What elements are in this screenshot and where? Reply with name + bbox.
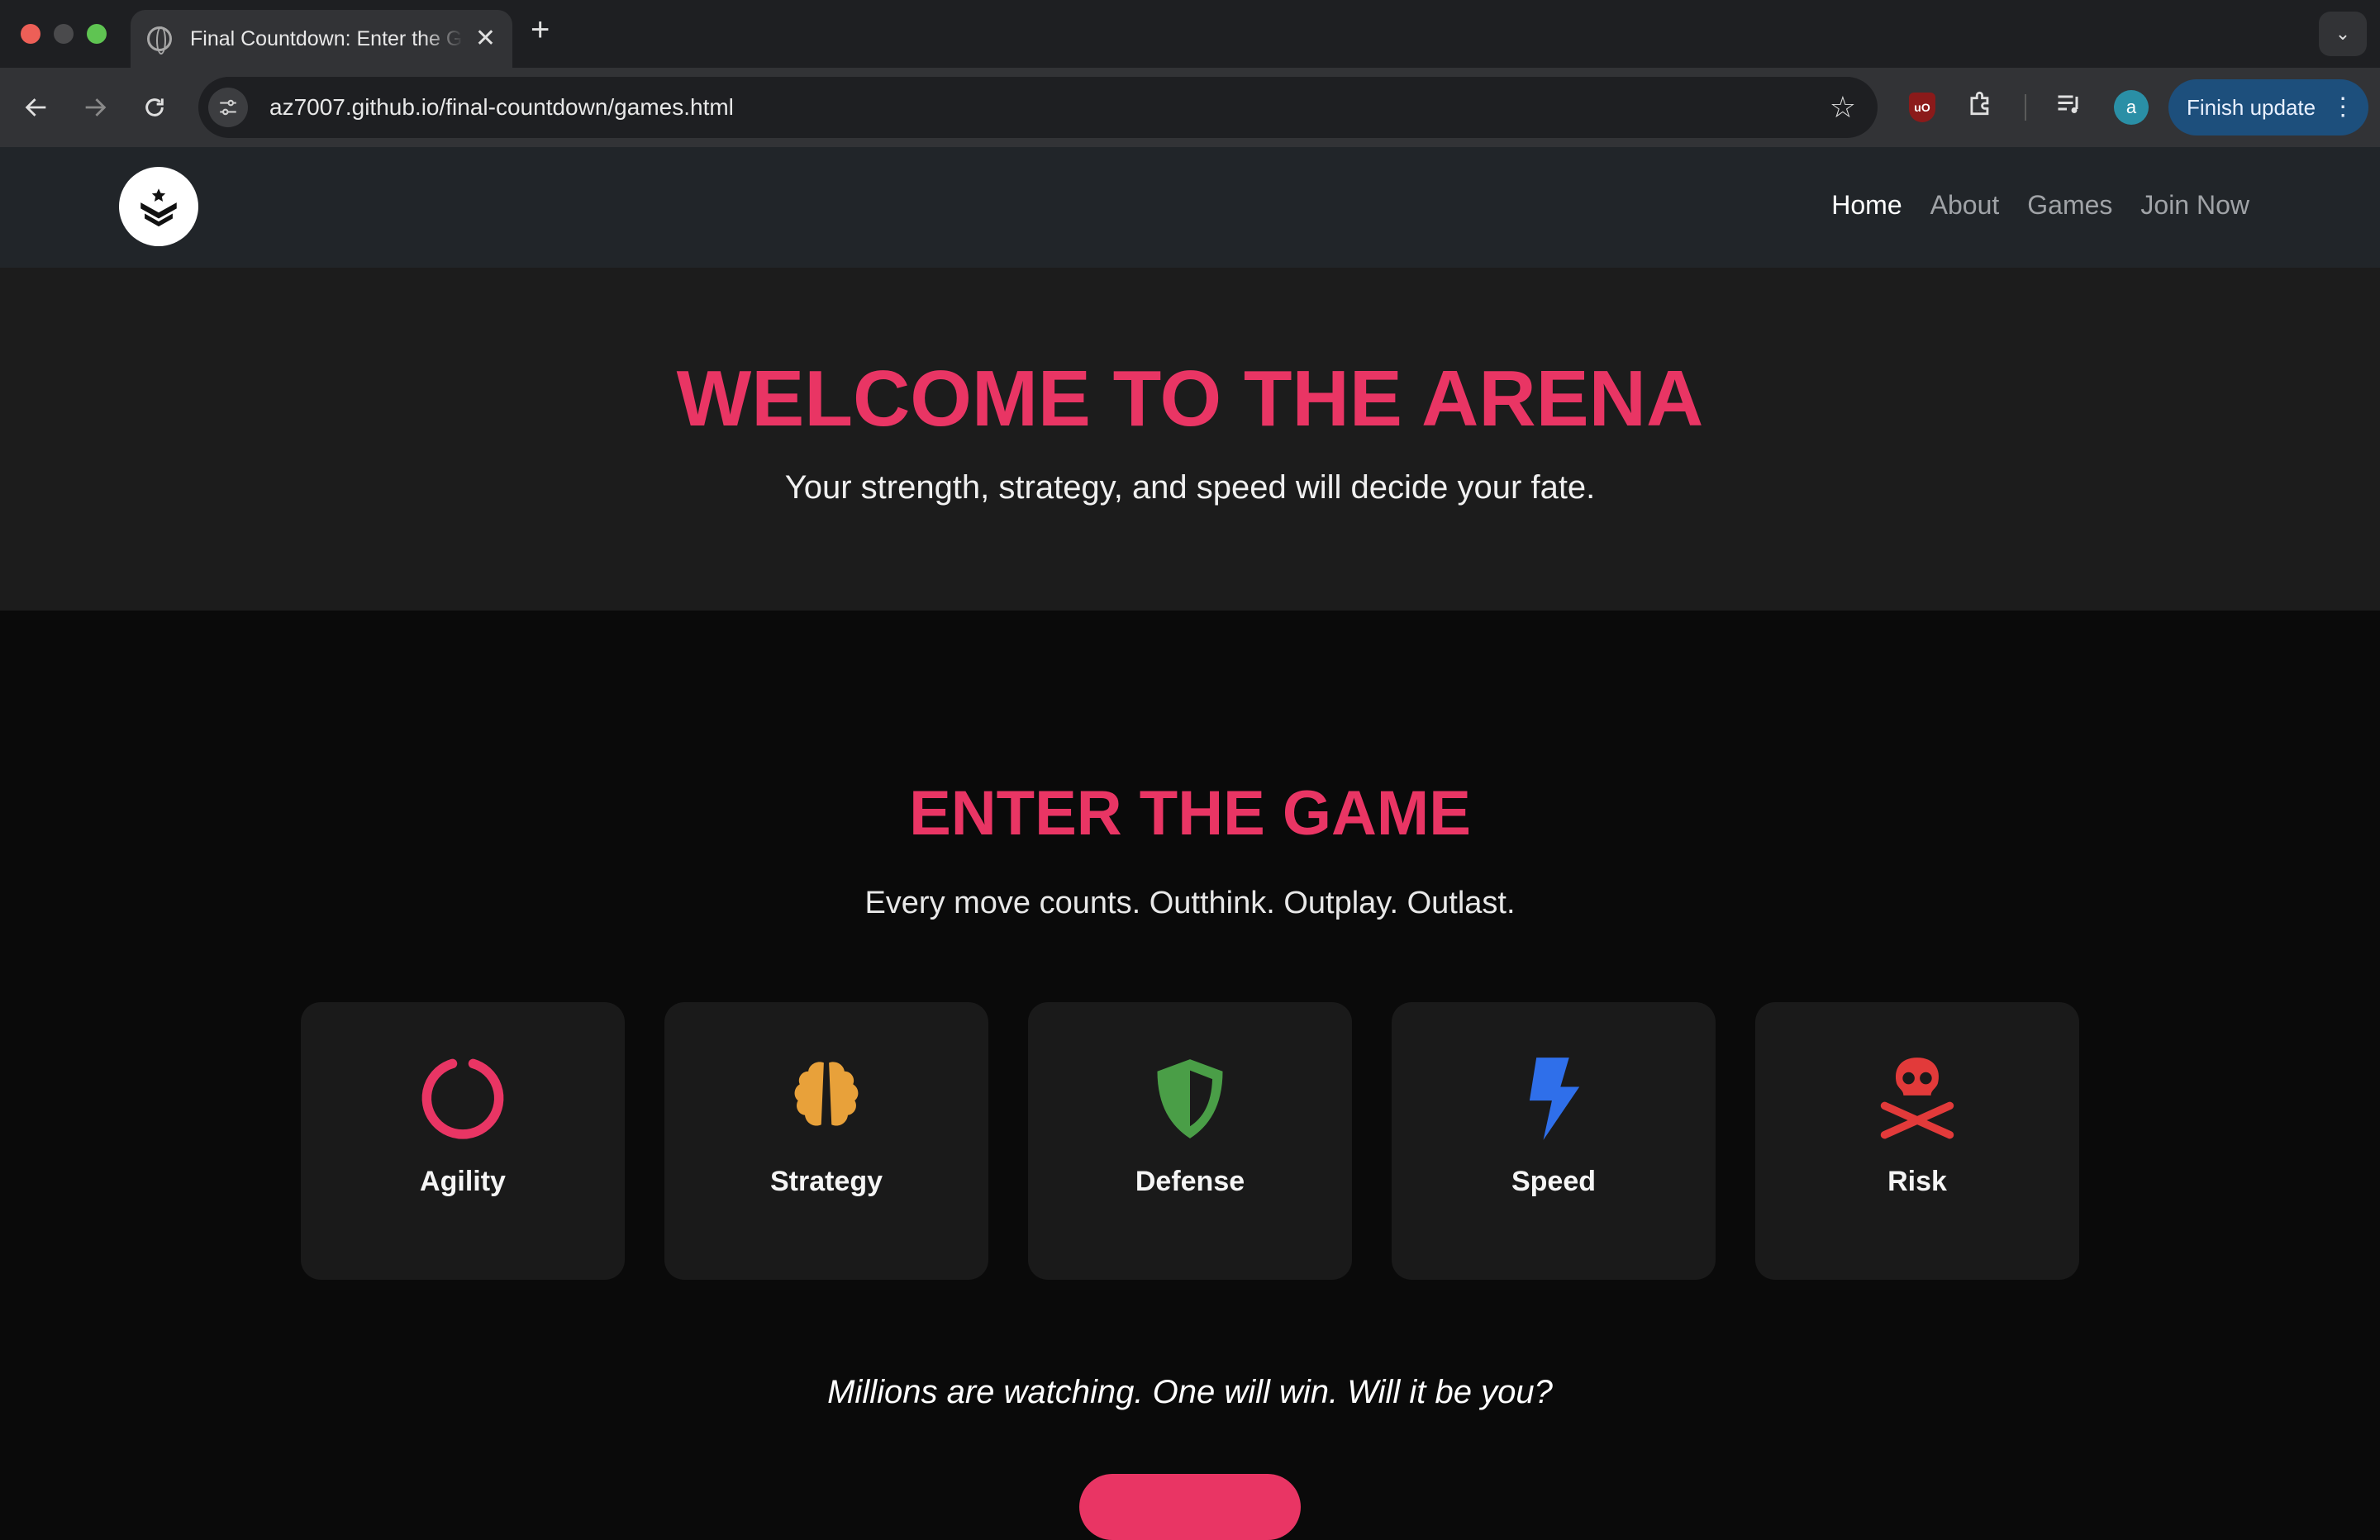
- tab-title: Final Countdown: Enter the Game: [190, 26, 464, 50]
- browser-toolbar: az7007.github.io/final-countdown/games.h…: [0, 68, 2380, 147]
- card-agility[interactable]: Agility: [301, 1002, 625, 1280]
- tab-close-icon[interactable]: ✕: [475, 26, 496, 51]
- card-label: Agility: [420, 1166, 506, 1197]
- minimize-window-button[interactable]: [54, 24, 74, 44]
- ublock-extension-icon[interactable]: uO: [1909, 93, 1935, 122]
- bolt-icon: [1508, 1053, 1599, 1144]
- hero-section: WELCOME TO THE ARENA Your strength, stra…: [0, 268, 2380, 611]
- close-window-button[interactable]: [21, 24, 40, 44]
- maximize-window-button[interactable]: [87, 24, 107, 44]
- card-label: Speed: [1511, 1166, 1597, 1197]
- url-text: az7007.github.io/final-countdown/games.h…: [269, 94, 734, 120]
- browser-tab-active[interactable]: Final Countdown: Enter the Game ✕: [131, 10, 512, 68]
- finish-update-label: Finish update: [2187, 94, 2316, 120]
- tagline: Millions are watching. One will win. Wil…: [827, 1374, 1553, 1410]
- game-section-title: ENTER THE GAME: [909, 778, 1471, 848]
- circle-notch-icon: [417, 1053, 508, 1144]
- address-bar[interactable]: az7007.github.io/final-countdown/games.h…: [198, 77, 1878, 138]
- site-navbar: Home About Games Join Now: [0, 147, 2380, 268]
- card-speed[interactable]: Speed: [1392, 1002, 1716, 1280]
- more-vert-icon[interactable]: ⋮: [2330, 95, 2355, 120]
- browser-tab-strip: Final Countdown: Enter the Game ✕ + ⌄: [0, 0, 2380, 68]
- extensions-puzzle-icon[interactable]: [1965, 88, 1997, 127]
- forward-button[interactable]: [75, 88, 115, 127]
- card-defense[interactable]: Defense: [1028, 1002, 1352, 1280]
- bookmark-star-icon[interactable]: ☆: [1830, 90, 1856, 125]
- back-button[interactable]: [17, 88, 56, 127]
- card-label: Risk: [1887, 1166, 1947, 1197]
- nav-join-now[interactable]: Join Now: [2140, 190, 2249, 221]
- reload-icon: [145, 98, 164, 116]
- chevron-down-icon: ⌄: [2335, 23, 2351, 44]
- media-controls-icon[interactable]: [2054, 89, 2084, 126]
- toolbar-divider: [2025, 94, 2026, 121]
- site-nav-links: Home About Games Join Now: [1831, 190, 2249, 221]
- hero-subtitle: Your strength, strategy, and speed will …: [784, 469, 1596, 506]
- globe-icon: [147, 26, 172, 55]
- arrow-left-icon: [25, 98, 46, 116]
- nav-games[interactable]: Games: [2027, 190, 2112, 221]
- site-settings-icon[interactable]: [208, 88, 248, 127]
- arrow-right-icon: [85, 98, 107, 116]
- shield-icon: [1145, 1053, 1235, 1144]
- new-tab-button[interactable]: +: [531, 12, 550, 49]
- nav-home[interactable]: Home: [1831, 190, 1902, 221]
- site-logo[interactable]: [119, 167, 198, 246]
- card-label: Strategy: [769, 1166, 883, 1197]
- finish-update-button[interactable]: Finish update ⋮: [2168, 79, 2368, 135]
- chevrons-logo-icon: [140, 188, 177, 227]
- nav-about[interactable]: About: [1930, 190, 2000, 221]
- card-risk[interactable]: Risk: [1755, 1002, 2079, 1280]
- brain-icon: [781, 1053, 872, 1144]
- attribute-cards: Agility Strategy Defense Speed Risk: [301, 1002, 2079, 1280]
- skull-crossbones-icon: [1872, 1053, 1963, 1144]
- profile-avatar[interactable]: a: [2114, 90, 2149, 125]
- hero-title: WELCOME TO THE ARENA: [676, 354, 1704, 443]
- card-strategy[interactable]: Strategy: [664, 1002, 988, 1280]
- tab-search-button[interactable]: ⌄: [2319, 12, 2367, 56]
- reload-button[interactable]: [135, 88, 174, 127]
- join-cta-button[interactable]: [1079, 1474, 1301, 1540]
- game-section-subtitle: Every move counts. Outthink. Outplay. Ou…: [864, 886, 1516, 920]
- card-label: Defense: [1135, 1166, 1245, 1197]
- game-section: ENTER THE GAME Every move counts. Outthi…: [0, 611, 2380, 1540]
